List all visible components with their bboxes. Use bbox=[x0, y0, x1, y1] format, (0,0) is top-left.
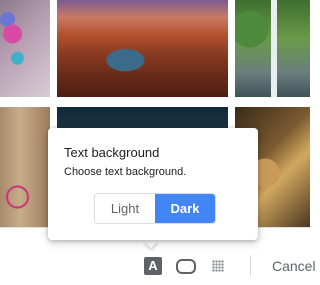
dark-option-button[interactable]: Dark bbox=[155, 194, 215, 223]
text-background-button[interactable]: A bbox=[142, 256, 164, 276]
toolbar-divider bbox=[250, 255, 251, 277]
photo-thumbnail-flowers[interactable] bbox=[0, 0, 50, 97]
photo-thumbnail-waterfall[interactable] bbox=[235, 0, 310, 97]
speech-bubble-button[interactable] bbox=[175, 256, 197, 276]
popup-title: Text background bbox=[64, 145, 160, 160]
popup-subtitle: Choose text background. bbox=[64, 166, 187, 178]
dot-grid-icon bbox=[212, 260, 224, 272]
text-background-icon: A bbox=[144, 257, 162, 275]
light-option-button[interactable]: Light bbox=[95, 194, 155, 223]
cancel-button[interactable]: Cancel bbox=[272, 258, 316, 274]
photo-thumbnail-canyon[interactable] bbox=[57, 0, 228, 97]
dot-grid-button[interactable] bbox=[208, 256, 228, 276]
text-background-popup: Text background Choose text background. … bbox=[48, 128, 258, 240]
speech-bubble-icon bbox=[176, 258, 196, 274]
text-background-toggle: Light Dark bbox=[94, 193, 216, 224]
photo-thumbnail-doorway[interactable] bbox=[0, 107, 50, 227]
